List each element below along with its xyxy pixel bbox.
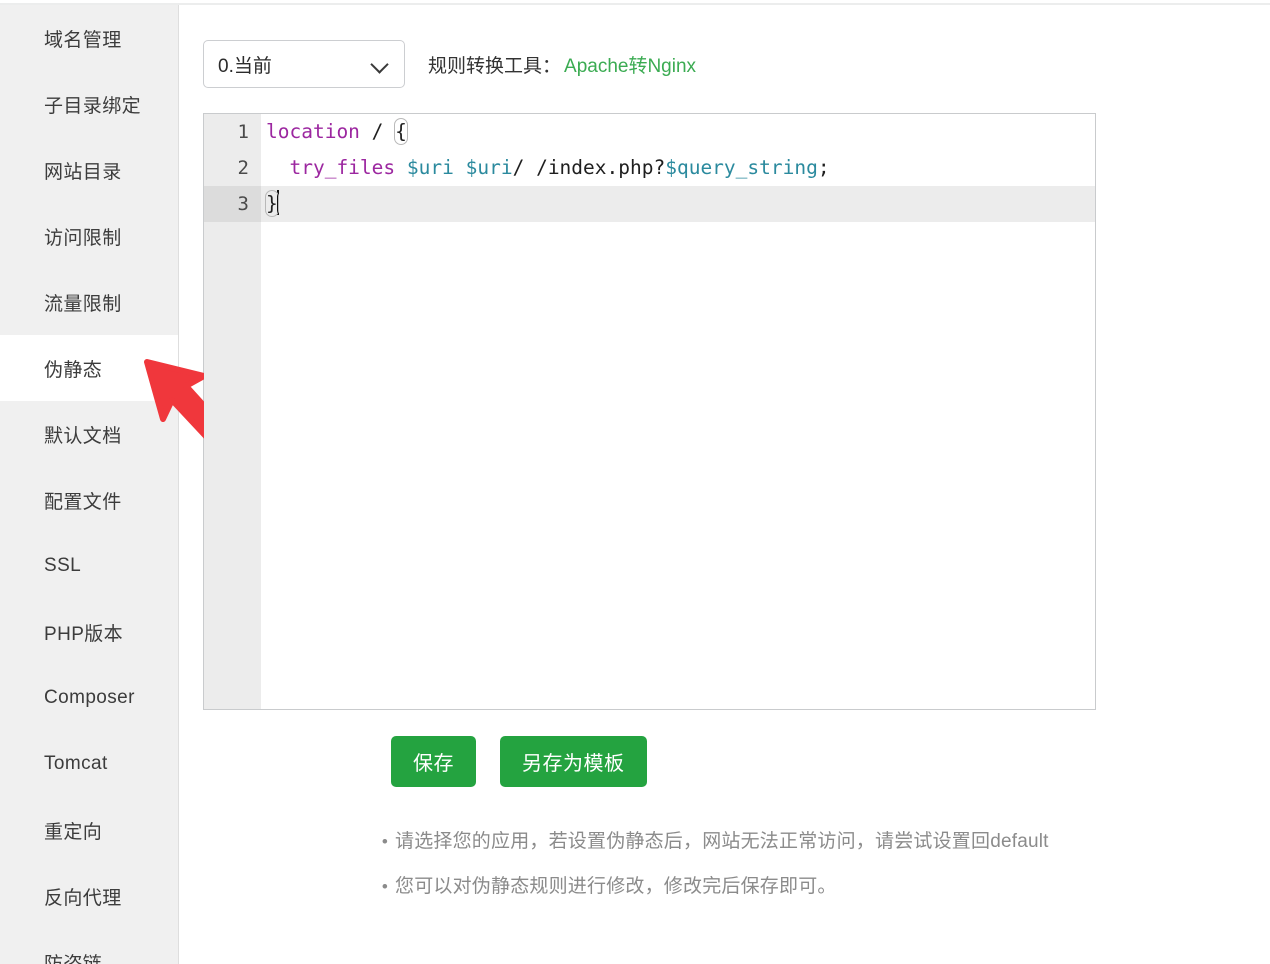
code-line-2: try_files $uri $uri/ /index.php?$query_s… bbox=[266, 150, 1095, 186]
apache-to-nginx-link[interactable]: Apache转Nginx bbox=[564, 56, 696, 77]
line-number: 3 bbox=[204, 186, 261, 222]
code-token-plain: / bbox=[359, 120, 396, 143]
code-token-open-brace: { bbox=[394, 118, 408, 145]
note-text: 您可以对伪静态规则进行修改，修改完后保存即可。 bbox=[395, 876, 837, 897]
editor-action-buttons: 保存 另存为模板 bbox=[391, 736, 647, 787]
page-root: 域名管理 子目录绑定 网站目录 访问限制 流量限制 伪静态 默认文档 配置文件 … bbox=[0, 0, 1270, 964]
sidebar-item-pseudo-static[interactable]: 伪静态 bbox=[0, 335, 178, 401]
sidebar-item-composer[interactable]: Composer bbox=[0, 665, 178, 731]
sidebar-item-label: 域名管理 bbox=[44, 29, 122, 51]
code-line-1: location / { bbox=[266, 114, 1095, 150]
sidebar-item-label: 反向代理 bbox=[44, 887, 122, 909]
help-notes-list: • 请选择您的应用，若设置伪静态后，网站无法正常访问，请尝试设置回default… bbox=[375, 829, 1255, 919]
sidebar-item-label: 配置文件 bbox=[44, 491, 122, 513]
sidebar-item-label: Tomcat bbox=[44, 753, 108, 774]
note-text: 请选择您的应用，若设置伪静态后，网站无法正常访问，请尝试设置回default bbox=[395, 831, 1049, 852]
code-token-keyword: try_files bbox=[289, 156, 396, 179]
sidebar-item-label: 伪静态 bbox=[44, 359, 103, 381]
editor-line-number-gutter: 1 2 3 bbox=[204, 114, 261, 709]
code-token-variable: $uri bbox=[465, 156, 513, 179]
rule-template-select[interactable]: 0.当前 bbox=[203, 40, 405, 88]
sidebar-item-traffic-limit[interactable]: 流量限制 bbox=[0, 269, 178, 335]
sidebar-item-label: 默认文档 bbox=[44, 425, 122, 447]
sidebar-item-default-document[interactable]: 默认文档 bbox=[0, 401, 178, 467]
chevron-down-icon bbox=[372, 56, 388, 72]
sidebar-item-domain-management[interactable]: 域名管理 bbox=[0, 5, 178, 71]
sidebar-item-label: 重定向 bbox=[44, 821, 103, 843]
save-as-template-button[interactable]: 另存为模板 bbox=[500, 736, 647, 787]
sidebar-item-subdirectory-binding[interactable]: 子目录绑定 bbox=[0, 71, 178, 137]
sidebar-item-reverse-proxy[interactable]: 反向代理 bbox=[0, 863, 178, 929]
sidebar-item-label: 防盗链 bbox=[44, 953, 103, 964]
editor-code-area[interactable]: location / { try_files $uri $uri/ /index… bbox=[261, 114, 1095, 709]
bullet-icon: • bbox=[381, 877, 389, 896]
line-number: 1 bbox=[237, 121, 249, 143]
sidebar-item-label: 访问限制 bbox=[44, 227, 122, 249]
code-token-variable: $query_string bbox=[665, 156, 818, 179]
code-line-3: } bbox=[265, 186, 1095, 222]
pseudo-static-code-editor[interactable]: 1 2 3 location / { try_files $uri $uri/ … bbox=[203, 113, 1096, 710]
editor-toolbar: 0.当前 规则转换工具： Apache转Nginx bbox=[203, 40, 696, 88]
code-token-keyword: location bbox=[266, 120, 360, 143]
converter-label-text: 规则转换工具： bbox=[428, 55, 562, 77]
sidebar-item-website-directory[interactable]: 网站目录 bbox=[0, 137, 178, 203]
sidebar-item-label: PHP版本 bbox=[44, 623, 124, 645]
code-token-indent bbox=[266, 156, 289, 179]
text-cursor bbox=[276, 190, 279, 215]
sidebar-item-access-restriction[interactable]: 访问限制 bbox=[0, 203, 178, 269]
sidebar-item-ssl[interactable]: SSL bbox=[0, 533, 178, 599]
sidebar-item-label: 网站目录 bbox=[44, 161, 122, 183]
sidebar-item-label: 流量限制 bbox=[44, 293, 122, 315]
code-token-path: / /index.php? bbox=[512, 156, 666, 179]
save-button[interactable]: 保存 bbox=[391, 736, 476, 787]
sidebar-item-php-version[interactable]: PHP版本 bbox=[0, 599, 178, 665]
sidebar-item-config-file[interactable]: 配置文件 bbox=[0, 467, 178, 533]
list-item: • 请选择您的应用，若设置伪静态后，网站无法正常访问，请尝试设置回default bbox=[375, 829, 1255, 855]
sidebar-item-hotlink-protection[interactable]: 防盗链 bbox=[0, 929, 178, 964]
sidebar-item-redirect[interactable]: 重定向 bbox=[0, 797, 178, 863]
rule-template-select-value: 0.当前 bbox=[218, 55, 272, 77]
sidebar-nav[interactable]: 域名管理 子目录绑定 网站目录 访问限制 流量限制 伪静态 默认文档 配置文件 … bbox=[0, 5, 179, 964]
bullet-icon: • bbox=[381, 832, 389, 851]
sidebar-item-tomcat[interactable]: Tomcat bbox=[0, 731, 178, 797]
converter-label: 规则转换工具： Apache转Nginx bbox=[428, 51, 696, 78]
list-item: • 您可以对伪静态规则进行修改，修改完后保存即可。 bbox=[375, 874, 1255, 900]
sidebar-item-label: Composer bbox=[44, 687, 135, 708]
code-token-semicolon: ; bbox=[817, 156, 830, 179]
line-number: 2 bbox=[237, 157, 249, 179]
sidebar-item-label: SSL bbox=[44, 555, 82, 576]
main-content: 0.当前 规则转换工具： Apache转Nginx 1 2 3 location … bbox=[180, 5, 1270, 964]
code-token-variable: $uri bbox=[406, 156, 454, 179]
sidebar-item-label: 子目录绑定 bbox=[44, 95, 142, 117]
